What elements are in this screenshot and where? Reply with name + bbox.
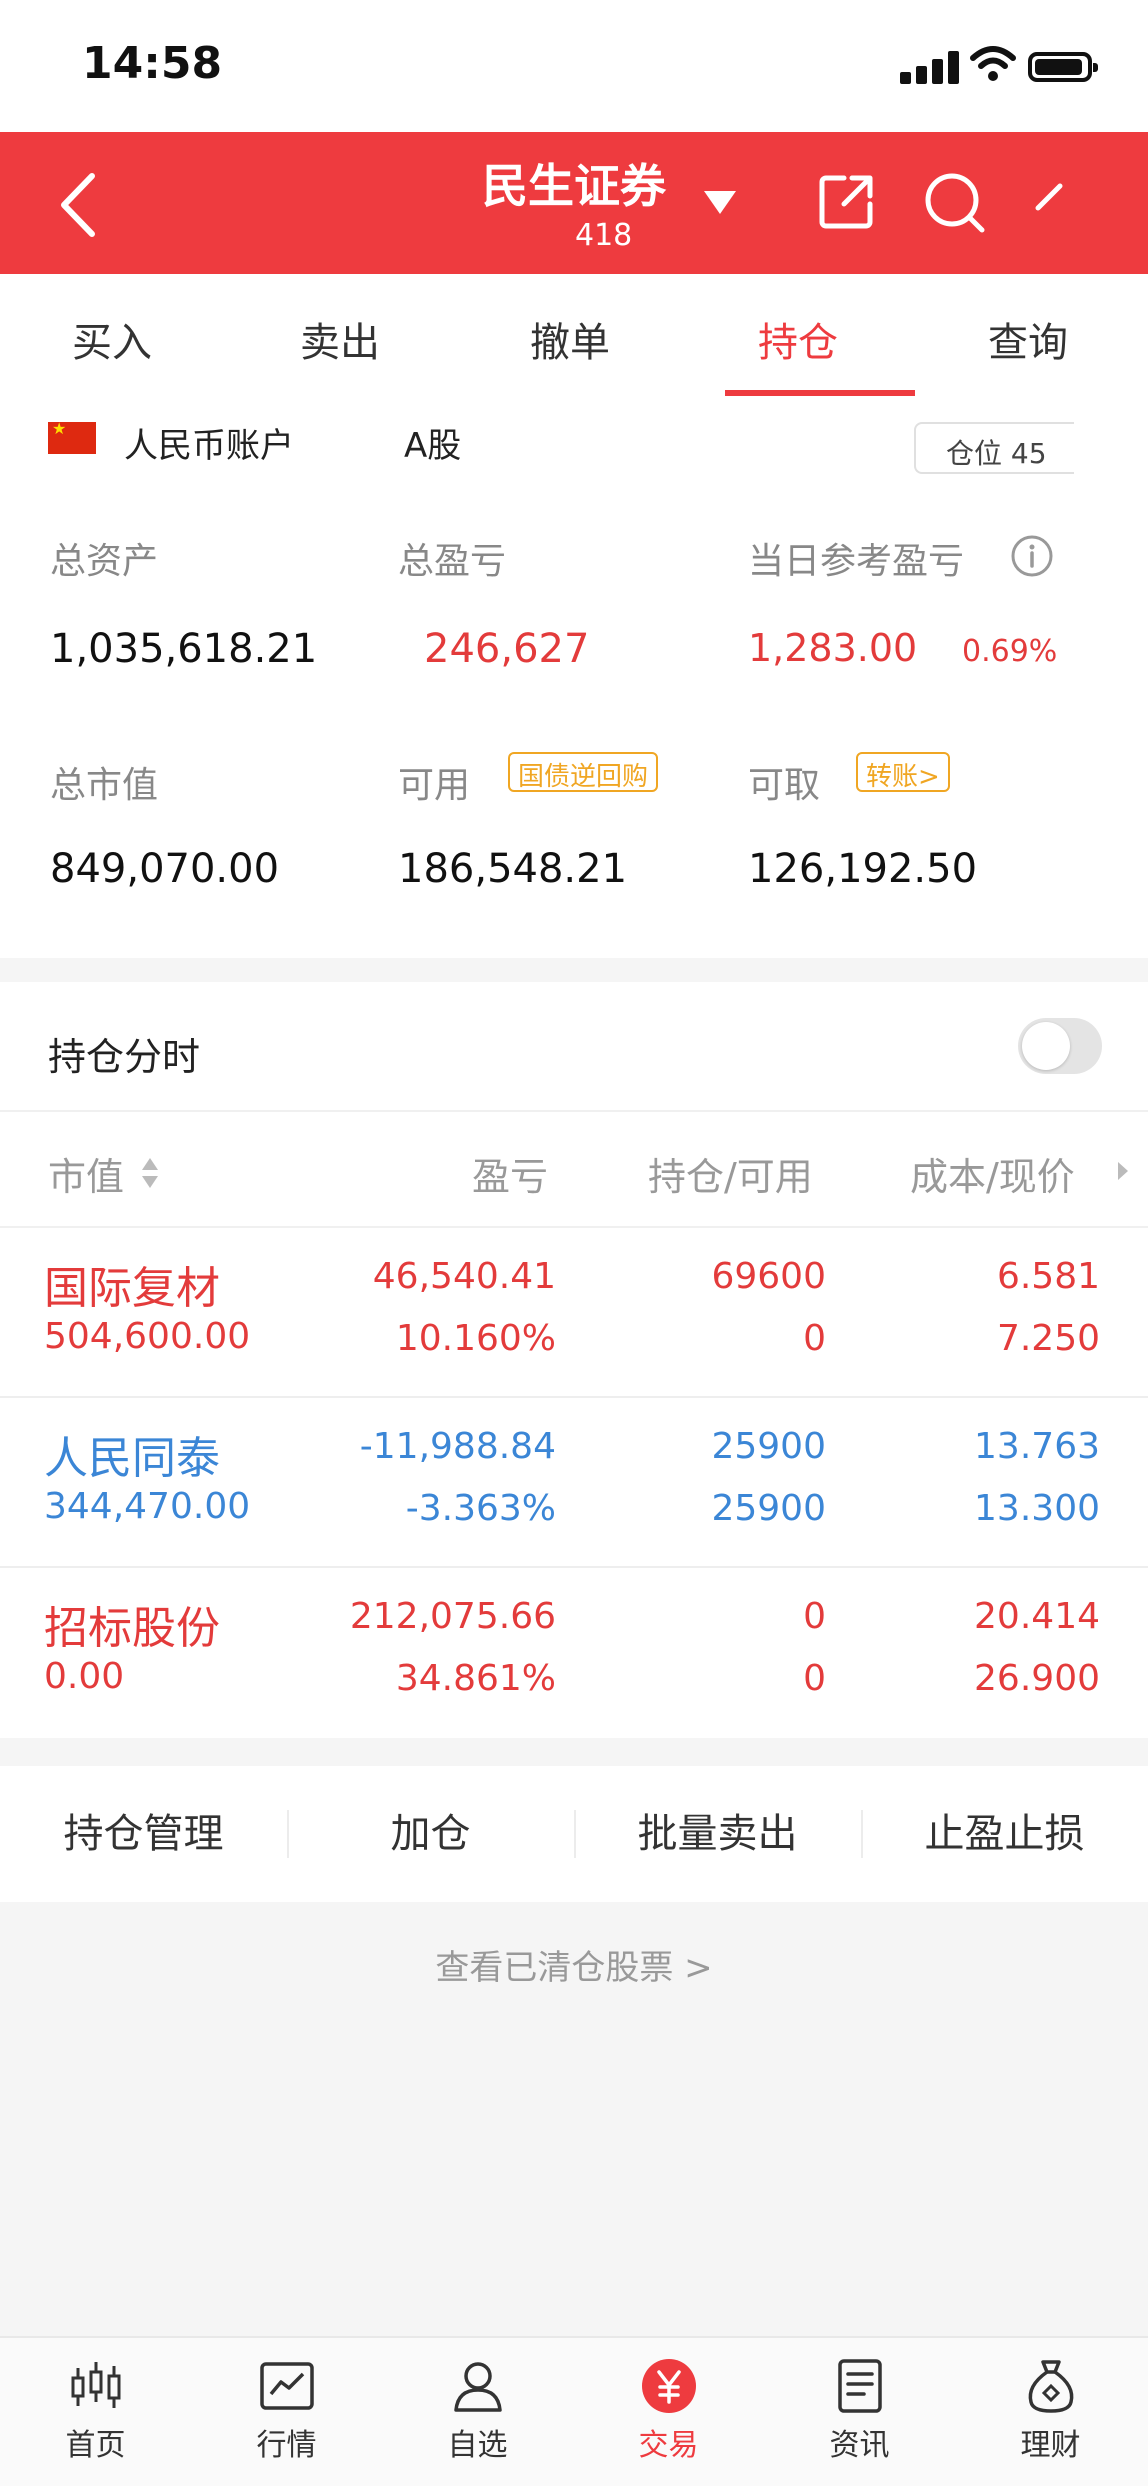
stock-cost: 13.763 <box>974 1426 1100 1467</box>
col-pnl: 盈亏 <box>472 1155 549 1199</box>
scroll-right-icon[interactable] <box>1116 1160 1130 1182</box>
batch-sell-button[interactable]: 批量卖出 <box>574 1766 861 1902</box>
stock-market-value: 0.00 <box>44 1656 125 1697</box>
daily-pnl-percent: 0.69% <box>962 634 1058 669</box>
yuan-icon <box>641 2359 696 2413</box>
holdings-actions: 持仓管理 加仓 批量卖出 止盈止损 <box>0 1766 1148 1902</box>
nav-news[interactable]: 资讯 <box>764 2356 955 2476</box>
more-icon[interactable] <box>1030 178 1070 218</box>
col-market-value[interactable]: 市值 <box>48 1146 124 1201</box>
tab-sell[interactable]: 卖出 <box>300 310 380 368</box>
stock-name[interactable]: 人民同泰 <box>44 1422 220 1486</box>
stock-price: 26.900 <box>974 1658 1100 1699</box>
dropdown-triangle-icon[interactable] <box>702 188 738 216</box>
stock-pnl: -11,988.84 <box>359 1426 556 1467</box>
stock-quantity: 69600 <box>711 1256 826 1297</box>
stock-pnl: 212,075.66 <box>349 1596 556 1637</box>
table-row[interactable]: 人民同泰 344,470.00 -11,988.84 -3.363% 25900… <box>0 1398 1148 1568</box>
market-value-label: 总市值 <box>50 765 159 806</box>
signal-icon <box>900 50 962 84</box>
total-assets-value: 1,035,618.21 <box>50 626 318 672</box>
transfer-tag[interactable]: 转账> <box>856 752 950 792</box>
stock-price: 7.250 <box>996 1318 1100 1359</box>
stock-quantity: 25900 <box>711 1426 826 1467</box>
tab-holdings[interactable]: 持仓 <box>758 310 838 368</box>
withdrawable-label: 可取 <box>748 765 821 806</box>
total-assets-label: 总资产 <box>50 541 159 582</box>
nav-wealth[interactable]: 理财 <box>955 2356 1146 2476</box>
available-value: 186,548.21 <box>398 846 628 892</box>
stock-name[interactable]: 国际复材 <box>44 1252 220 1316</box>
daily-pnl-label: 当日参考盈亏 <box>748 541 965 582</box>
col-qty-available: 持仓/可用 <box>648 1155 813 1199</box>
candlestick-icon <box>71 2362 120 2408</box>
info-icon[interactable] <box>1010 534 1054 578</box>
stock-quantity: 0 <box>803 1596 826 1637</box>
stock-pnl-percent: 10.160% <box>395 1318 556 1359</box>
total-pnl-label: 总盈亏 <box>398 541 507 582</box>
nav-label: 理财 <box>1020 2428 1081 2463</box>
status-time: 14:58 <box>82 38 223 89</box>
nav-market[interactable]: 行情 <box>191 2356 382 2476</box>
nav-label: 首页 <box>65 2428 126 2463</box>
add-position-button[interactable]: 加仓 <box>287 1766 574 1902</box>
available-label: 可用 <box>398 765 471 806</box>
holdings-timeshare-label[interactable]: 持仓分时 <box>48 1026 200 1081</box>
stop-profit-loss-button[interactable]: 止盈止损 <box>861 1766 1148 1902</box>
col-cost-price: 成本/现价 <box>910 1155 1075 1199</box>
stock-available: 0 <box>803 1318 826 1359</box>
chart-icon <box>259 2362 314 2410</box>
position-badge[interactable]: 仓位 45 <box>914 422 1074 474</box>
stock-cost: 6.581 <box>996 1256 1100 1297</box>
stock-market-value: 344,470.00 <box>44 1486 251 1527</box>
stock-name[interactable]: 招标股份 <box>44 1592 220 1656</box>
stock-pnl: 46,540.41 <box>372 1256 556 1297</box>
nav-label: 资讯 <box>829 2428 890 2463</box>
account-suffix: 418 <box>575 218 633 253</box>
daily-pnl-value: 1,283.00 <box>748 626 918 670</box>
stock-cost: 20.414 <box>974 1596 1100 1637</box>
stock-market-value: 504,600.00 <box>44 1316 251 1357</box>
share-icon[interactable] <box>818 172 876 230</box>
nav-watchlist[interactable]: 自选 <box>382 2356 573 2476</box>
holdings-column-header: 市值 盈亏 持仓/可用 成本/现价 <box>0 1110 1148 1228</box>
china-flag-icon <box>48 419 96 454</box>
account-label[interactable]: 人民币账户 <box>124 418 294 467</box>
tab-cancel[interactable]: 撤单 <box>530 310 610 368</box>
stock-available: 25900 <box>711 1488 826 1529</box>
view-cleared-stocks-link[interactable]: 查看已清仓股票 > <box>0 1940 1148 1989</box>
nav-trade[interactable]: 交易 <box>573 2356 764 2476</box>
nav-home[interactable]: 首页 <box>0 2356 191 2476</box>
account-type[interactable]: A股 <box>404 418 461 467</box>
money-bag-icon <box>1028 2360 1073 2413</box>
sort-icon[interactable] <box>140 1156 160 1190</box>
table-row[interactable]: 招标股份 0.00 212,075.66 34.861% 0 0 20.414 … <box>0 1568 1148 1738</box>
trade-tabs: 买入 卖出 撤单 持仓 查询 <box>0 274 1148 396</box>
market-value-value: 849,070.00 <box>50 846 280 892</box>
timeshare-toggle[interactable] <box>1018 1018 1102 1074</box>
wifi-icon <box>970 46 1016 81</box>
nav-label: 自选 <box>447 2428 508 2463</box>
battery-icon <box>1028 52 1098 82</box>
tab-buy[interactable]: 买入 <box>72 310 152 368</box>
news-icon <box>837 2359 882 2413</box>
stock-available: 0 <box>803 1658 826 1699</box>
nav-label: 交易 <box>638 2428 699 2463</box>
holdings-list: 国际复材 504,600.00 46,540.41 10.160% 69600 … <box>0 1228 1148 1738</box>
nav-label: 行情 <box>256 2428 317 2463</box>
total-pnl-value: 246,627 <box>424 626 590 672</box>
table-row[interactable]: 国际复材 504,600.00 46,540.41 10.160% 69600 … <box>0 1228 1148 1398</box>
stock-pnl-percent: 34.861% <box>395 1658 556 1699</box>
stock-pnl-percent: -3.363% <box>405 1488 556 1529</box>
reverse-repo-tag[interactable]: 国债逆回购 <box>508 752 659 792</box>
manage-holdings-button[interactable]: 持仓管理 <box>0 1766 287 1902</box>
person-icon <box>453 2362 502 2412</box>
withdrawable-value: 126,192.50 <box>748 846 978 892</box>
bottom-nav: 首页 行情 自选 交易 资讯 理财 <box>0 2336 1148 2486</box>
tab-query[interactable]: 查询 <box>988 310 1068 368</box>
stock-price: 13.300 <box>974 1488 1100 1529</box>
search-icon[interactable] <box>922 170 986 234</box>
